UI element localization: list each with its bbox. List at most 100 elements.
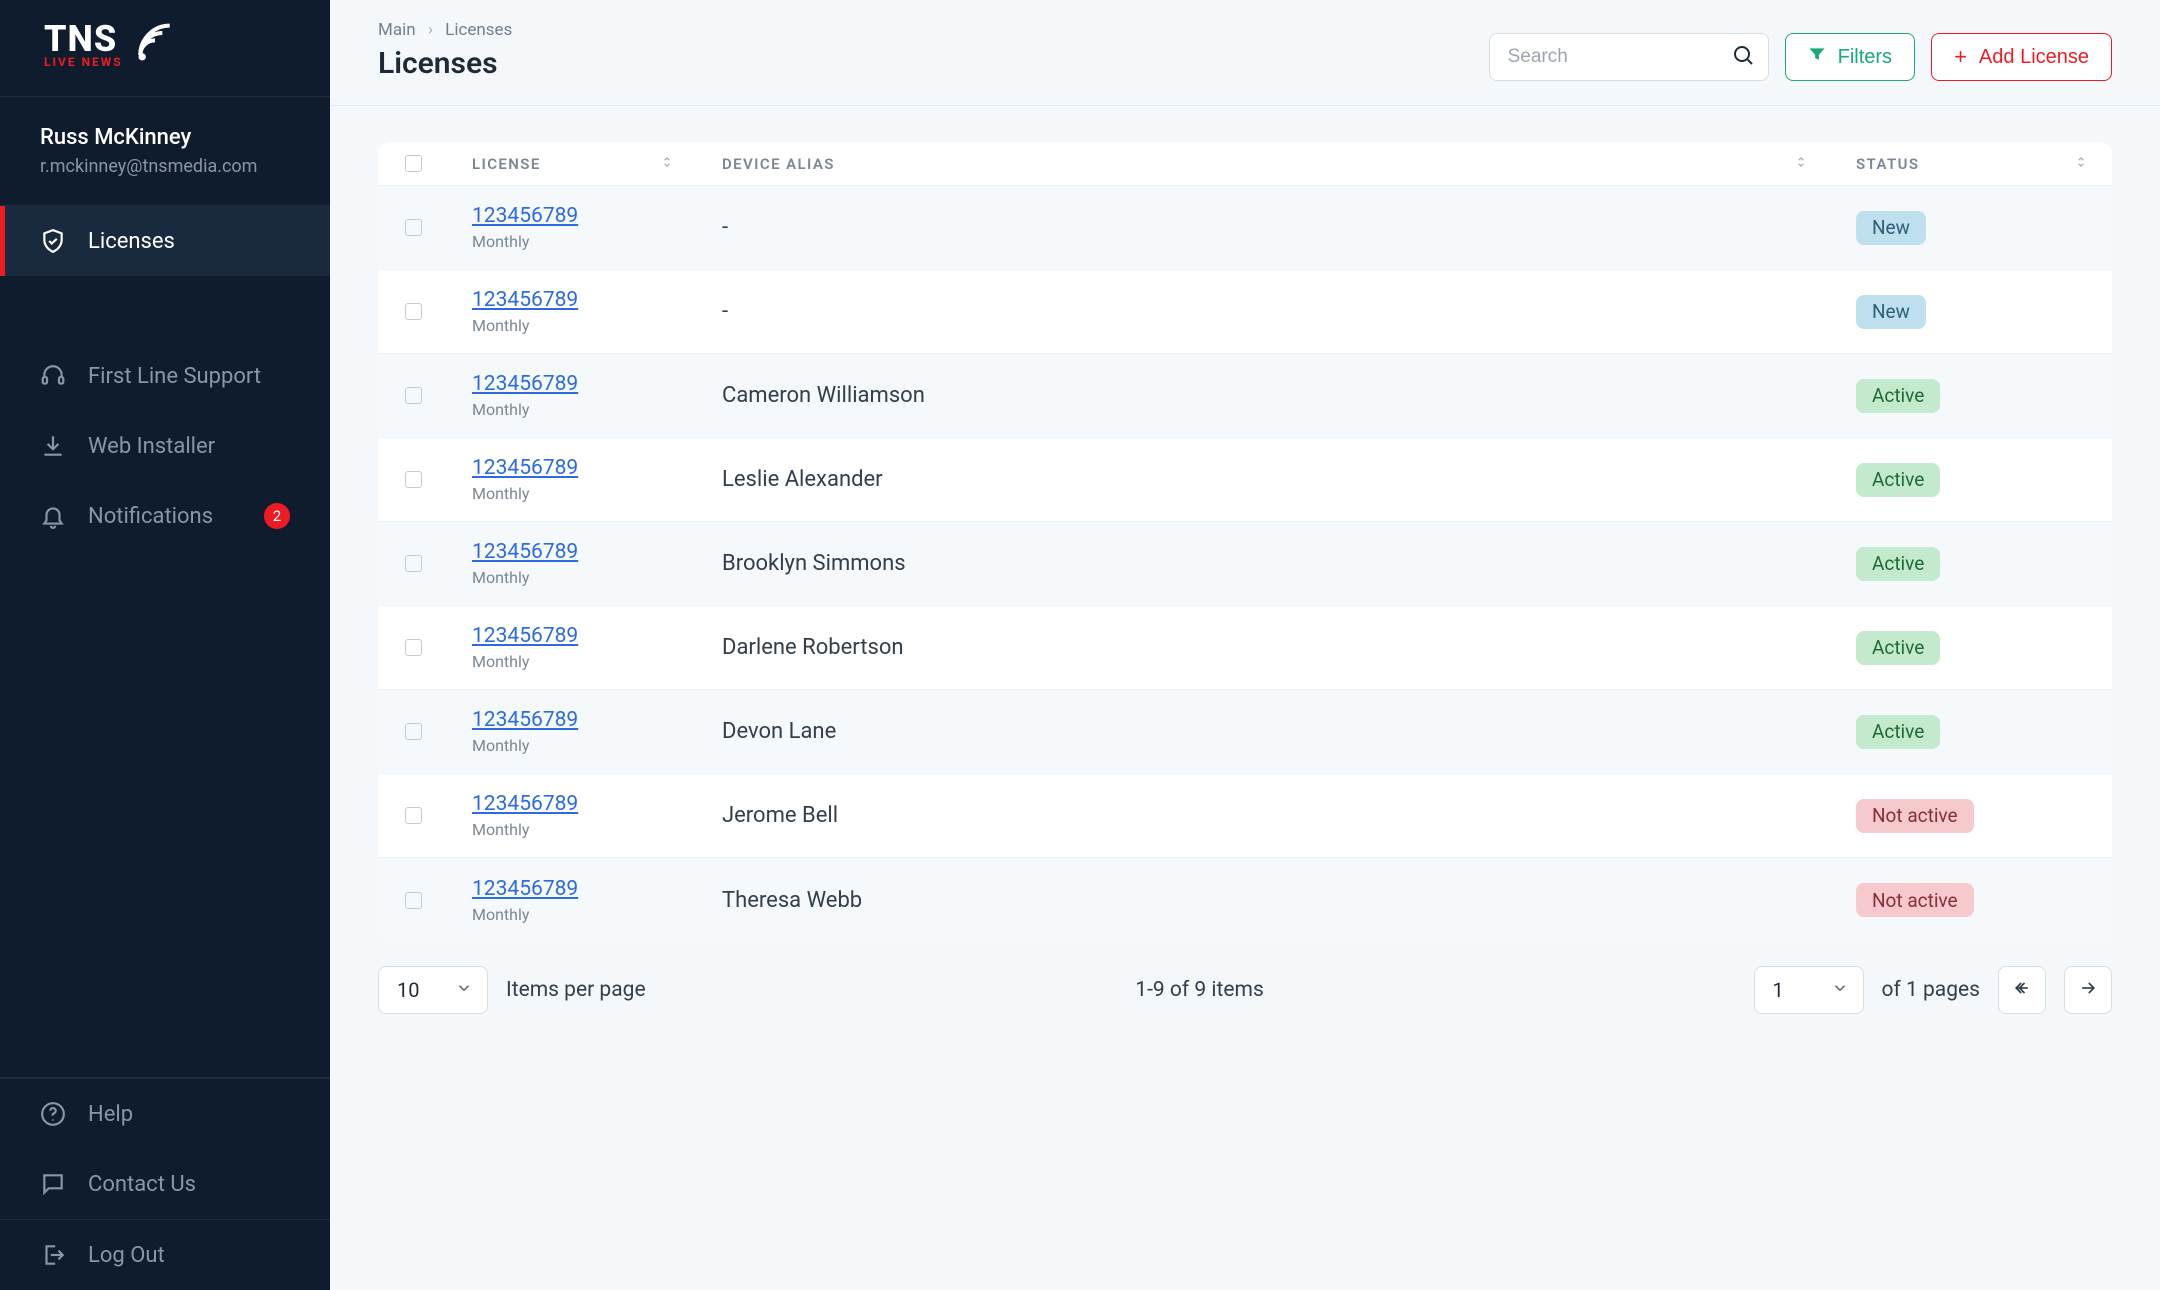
license-id-link[interactable]: 123456789 xyxy=(472,372,674,396)
chevron-down-icon xyxy=(455,978,473,1002)
filters-label: Filters xyxy=(1838,46,1892,69)
column-header-device[interactable]: DEVICE ALIAS xyxy=(698,155,1832,173)
row-checkbox[interactable] xyxy=(405,219,422,236)
column-header-license[interactable]: LICENSE xyxy=(448,155,698,173)
device-alias: Jerome Bell xyxy=(722,803,1808,828)
device-alias: Devon Lane xyxy=(722,719,1808,744)
items-per-page-select[interactable]: 10 xyxy=(378,966,488,1014)
prev-page-button[interactable] xyxy=(1998,966,2046,1014)
sidebar-item-installer[interactable]: Web Installer xyxy=(0,411,330,481)
row-checkbox[interactable] xyxy=(405,471,422,488)
device-alias: Theresa Webb xyxy=(722,888,1808,913)
license-plan: Monthly xyxy=(472,736,674,755)
breadcrumb: Main › Licenses xyxy=(378,20,512,40)
row-checkbox[interactable] xyxy=(405,807,422,824)
column-header-status[interactable]: STATUS xyxy=(1832,155,2112,173)
logout-icon xyxy=(40,1242,66,1268)
filters-button[interactable]: Filters xyxy=(1785,33,1915,81)
license-id-link[interactable]: 123456789 xyxy=(472,792,674,816)
row-checkbox[interactable] xyxy=(405,639,422,656)
row-checkbox[interactable] xyxy=(405,555,422,572)
headset-icon xyxy=(40,363,66,389)
row-checkbox[interactable] xyxy=(405,892,422,909)
sidebar-item-label: Help xyxy=(88,1102,133,1127)
device-alias: Cameron Williamson xyxy=(722,383,1808,408)
search-input[interactable] xyxy=(1489,33,1769,81)
table-row: 123456789 Monthly Jerome Bell Not active xyxy=(378,774,2112,858)
license-id-link[interactable]: 123456789 xyxy=(472,708,674,732)
shield-icon xyxy=(40,228,66,254)
license-plan: Monthly xyxy=(472,484,674,503)
pagination: 10 Items per page 1-9 of 9 items 1 of 1 … xyxy=(378,966,2112,1014)
sidebar: TNS LIVE NEWS Russ McKinney r.mckinney@t… xyxy=(0,0,330,1290)
device-alias: - xyxy=(722,215,1808,240)
table-row: 123456789 Monthly Brooklyn Simmons Active xyxy=(378,522,2112,606)
items-per-page-label: Items per page xyxy=(506,978,646,1002)
sidebar-item-label: Notifications xyxy=(88,504,213,529)
chevron-down-icon xyxy=(1831,978,1849,1002)
licenses-table: LICENSE DEVICE ALIAS STATUS 123456789 Mon… xyxy=(378,142,2112,942)
next-page-button[interactable] xyxy=(2064,966,2112,1014)
license-id-link[interactable]: 123456789 xyxy=(472,624,674,648)
device-alias: Brooklyn Simmons xyxy=(722,551,1808,576)
sidebar-item-label: Contact Us xyxy=(88,1172,196,1197)
chat-icon xyxy=(40,1171,66,1197)
device-alias: - xyxy=(722,299,1808,324)
breadcrumb-root[interactable]: Main xyxy=(378,20,416,40)
sidebar-item-help[interactable]: Help xyxy=(0,1079,330,1149)
table-row: 123456789 Monthly - New xyxy=(378,186,2112,270)
plus-icon: + xyxy=(1954,46,1967,68)
license-plan: Monthly xyxy=(472,316,674,335)
license-plan: Monthly xyxy=(472,232,674,251)
license-id-link[interactable]: 123456789 xyxy=(472,288,674,312)
pages-label: of 1 pages xyxy=(1882,978,1980,1002)
status-badge: Active xyxy=(1856,631,1940,665)
license-plan: Monthly xyxy=(472,652,674,671)
pagination-range: 1-9 of 9 items xyxy=(1135,978,1263,1002)
user-name: Russ McKinney xyxy=(40,125,290,150)
user-block: Russ McKinney r.mckinney@tnsmedia.com xyxy=(0,97,330,206)
sidebar-item-contact[interactable]: Contact Us xyxy=(0,1149,330,1219)
status-badge: Not active xyxy=(1856,799,1974,833)
add-license-button[interactable]: + Add License xyxy=(1931,33,2112,81)
sidebar-item-licenses[interactable]: Licenses xyxy=(0,206,330,276)
license-plan: Monthly xyxy=(472,905,674,924)
page-select[interactable]: 1 xyxy=(1754,966,1864,1014)
row-checkbox[interactable] xyxy=(405,723,422,740)
license-plan: Monthly xyxy=(472,568,674,587)
page-title: Licenses xyxy=(378,46,512,81)
license-id-link[interactable]: 123456789 xyxy=(472,456,674,480)
license-id-link[interactable]: 123456789 xyxy=(472,540,674,564)
sidebar-item-label: Licenses xyxy=(88,229,175,254)
sort-icon xyxy=(660,155,674,173)
row-checkbox[interactable] xyxy=(405,387,422,404)
table-row: 123456789Monthly-New xyxy=(378,270,2112,354)
license-plan: Monthly xyxy=(472,820,674,839)
download-icon xyxy=(40,433,66,459)
topbar: Main › Licenses Licenses Filter xyxy=(330,0,2160,106)
table-row: 123456789MonthlyCameron WilliamsonActive xyxy=(378,354,2112,438)
device-alias: Darlene Robertson xyxy=(722,635,1808,660)
sidebar-item-label: Log Out xyxy=(88,1243,165,1268)
status-badge: Active xyxy=(1856,715,1940,749)
license-id-link[interactable]: 123456789 xyxy=(472,877,674,901)
status-badge: New xyxy=(1856,211,1926,245)
sort-icon xyxy=(1794,155,1808,173)
sidebar-item-label: Web Installer xyxy=(88,434,215,459)
user-email: r.mckinney@tnsmedia.com xyxy=(40,156,290,177)
add-license-label: Add License xyxy=(1979,46,2089,69)
status-badge: Active xyxy=(1856,547,1940,581)
chevron-right-icon: › xyxy=(428,20,433,40)
table-header-row: LICENSE DEVICE ALIAS STATUS xyxy=(378,142,2112,186)
license-plan: Monthly xyxy=(472,400,674,419)
sidebar-item-logout[interactable]: Log Out xyxy=(0,1220,330,1290)
filter-icon xyxy=(1808,45,1826,69)
table-row: 123456789MonthlyLeslie AlexanderActive xyxy=(378,438,2112,522)
sidebar-item-support[interactable]: First Line Support xyxy=(0,341,330,411)
license-id-link[interactable]: 123456789 xyxy=(472,204,674,228)
select-all-checkbox[interactable] xyxy=(405,155,422,172)
sidebar-item-notifications[interactable]: Notifications 2 xyxy=(0,481,330,551)
row-checkbox[interactable] xyxy=(405,303,422,320)
table-row: 123456789 Monthly Darlene Robertson Active xyxy=(378,606,2112,690)
breadcrumb-current: Licenses xyxy=(445,20,512,40)
